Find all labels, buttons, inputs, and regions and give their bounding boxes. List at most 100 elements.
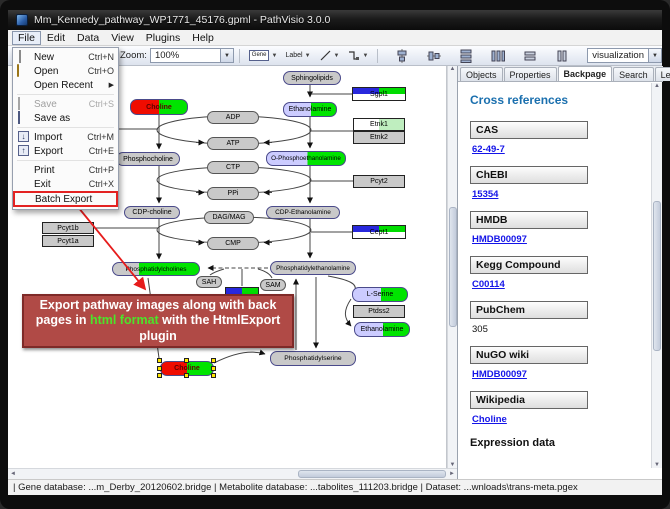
atp-node[interactable]: ATP — [207, 137, 259, 150]
etnk2-node[interactable]: Etnk2 — [353, 131, 405, 144]
scroll-down-icon[interactable]: ▼ — [652, 462, 662, 468]
chevron-down-icon[interactable]: ▼ — [362, 53, 368, 59]
canvas-vertical-scrollbar[interactable]: ▲ ▼ — [447, 66, 457, 468]
tab-backpage[interactable]: Backpage — [558, 66, 613, 81]
cdp-ethanolamine-node[interactable]: CDP-Ethanolamine — [266, 206, 340, 219]
draw-line-button[interactable]: ▼ — [315, 47, 344, 64]
add-label-button[interactable]: Label ▼ — [281, 50, 314, 61]
menu-help[interactable]: Help — [186, 31, 220, 45]
menu-file[interactable]: File — [12, 31, 41, 45]
cept1-node[interactable]: Cept1 — [352, 225, 406, 239]
file-menu-item-batch-export[interactable]: Batch Export — [13, 191, 118, 207]
ppi-node[interactable]: PPi — [207, 187, 259, 200]
gene-icon: Gene — [249, 50, 270, 61]
file-menu-item-new[interactable]: NewCtrl+N — [14, 50, 117, 64]
backpage-link[interactable]: Choline — [472, 414, 651, 425]
status-bar: | Gene database: ...m_Derby_20120602.bri… — [8, 479, 662, 495]
selection-handle[interactable] — [211, 373, 216, 378]
phosphatidylserine-node[interactable]: Phosphatidylserine — [270, 351, 356, 366]
common-width-button[interactable] — [519, 47, 541, 65]
submenu-arrow-icon: ▶ — [109, 81, 114, 89]
selection-handle[interactable] — [157, 358, 162, 363]
menu-edit[interactable]: Edit — [41, 31, 71, 45]
sgpl1-node[interactable]: Sgpl1 — [352, 87, 406, 101]
panel-vertical-scrollbar[interactable]: ▲ ▼ — [651, 83, 662, 468]
align-horizontal-center-button[interactable] — [391, 47, 413, 65]
file-menu-item-open-recent[interactable]: Open Recent▶ — [14, 78, 117, 92]
l-serine-node[interactable]: L-Serine — [352, 287, 408, 302]
selection-handle[interactable] — [157, 373, 162, 378]
distribute-vertical-button[interactable] — [455, 47, 477, 65]
phosphatidylethanolamine-node[interactable]: Phosphatidylethanolamine — [270, 261, 356, 275]
visualization-combobox[interactable]: visualization ▼ — [587, 48, 662, 63]
save-icon — [17, 98, 30, 110]
menu-item-label: Export — [30, 146, 89, 157]
tab-search[interactable]: Search — [613, 67, 654, 81]
menu-view[interactable]: View — [105, 31, 140, 45]
scroll-up-icon[interactable]: ▲ — [448, 66, 458, 72]
tab-legend[interactable]: Legend — [655, 67, 670, 81]
phosphocholine-node[interactable]: Phosphocholine — [116, 152, 180, 166]
scrollbar-thumb[interactable] — [298, 470, 446, 478]
backpage-link[interactable]: HMDB00097 — [472, 369, 651, 380]
scroll-left-icon[interactable]: ◄ — [8, 471, 18, 477]
backpage-link[interactable]: HMDB00097 — [472, 234, 651, 245]
file-menu-item-open[interactable]: OpenCtrl+O — [14, 64, 117, 78]
zoom-combobox[interactable]: 100% ▼ — [150, 48, 234, 63]
o-phosphoethanolamine-node[interactable]: O-Phosphoethanolamine — [266, 151, 346, 166]
ethanolamine-node[interactable]: Ethanolamine — [354, 322, 410, 337]
ethanolamine-node[interactable]: Ethanolamine — [283, 102, 337, 117]
backpage-link[interactable]: 62-49-7 — [472, 144, 651, 155]
ctp-node[interactable]: CTP — [207, 161, 259, 174]
pcyt1a-node[interactable]: Pcyt1a — [42, 235, 94, 247]
file-menu-item-export[interactable]: ↑ExportCtrl+E — [14, 144, 117, 158]
choline-node[interactable]: Choline — [130, 99, 188, 115]
pcyt1b-node[interactable]: Pcyt1b — [42, 222, 94, 234]
scrollbar-thumb[interactable] — [653, 201, 661, 351]
menu-plugins[interactable]: Plugins — [140, 31, 186, 45]
distribute-horizontal-button[interactable] — [487, 47, 509, 65]
selection-handle[interactable] — [184, 358, 189, 363]
add-gene-button[interactable]: Gene ▼ — [245, 48, 282, 63]
ptdss2-node[interactable]: Ptdss2 — [353, 305, 405, 318]
selection-handle[interactable] — [157, 366, 162, 371]
selection-handle[interactable] — [184, 373, 189, 378]
common-height-button[interactable] — [551, 47, 573, 65]
tab-objects[interactable]: Objects — [460, 67, 503, 81]
cmp-node[interactable]: CMP — [207, 237, 259, 250]
file-menu-item-import[interactable]: ↓ImportCtrl+M — [14, 130, 117, 144]
backpage-link[interactable]: 15354 — [472, 189, 651, 200]
cdp-choline-node[interactable]: CDP-choline — [124, 206, 180, 219]
selection-handle[interactable] — [211, 358, 216, 363]
scroll-up-icon[interactable]: ▲ — [652, 83, 662, 89]
tab-properties[interactable]: Properties — [504, 67, 557, 81]
pcyt2-node[interactable]: Pcyt2 — [353, 175, 405, 188]
file-menu-items: NewCtrl+NOpenCtrl+OOpen Recent▶ SaveCtrl+… — [14, 50, 117, 207]
scrollbar-thumb[interactable] — [449, 207, 457, 327]
visualization-dropdown-icon[interactable]: ▼ — [648, 49, 661, 62]
selection-handle[interactable] — [211, 366, 216, 371]
sam-node[interactable]: SAM — [260, 279, 286, 291]
sah-node[interactable]: SAH — [196, 276, 222, 288]
adp-node[interactable]: ADP — [207, 111, 259, 124]
chevron-down-icon[interactable]: ▼ — [271, 53, 277, 59]
chevron-down-icon[interactable]: ▼ — [334, 53, 340, 59]
menu-item-label: New — [30, 52, 88, 63]
etnk1-node[interactable]: Etnk1 — [353, 118, 405, 131]
zoom-dropdown-icon[interactable]: ▼ — [220, 49, 233, 62]
scroll-right-icon[interactable]: ► — [447, 471, 457, 477]
menu-data[interactable]: Data — [71, 31, 105, 45]
dag-mag-node[interactable]: DAG/MAG — [204, 211, 254, 224]
file-menu-item-save[interactable]: SaveCtrl+S — [14, 97, 117, 111]
backpage-link[interactable]: C00114 — [472, 279, 651, 290]
draw-elbow-button[interactable]: ▼ — [343, 47, 372, 64]
chevron-down-icon[interactable]: ▼ — [305, 53, 311, 59]
file-menu-item-print[interactable]: PrintCtrl+P — [14, 163, 117, 177]
menu-item-label: Batch Export — [31, 194, 113, 205]
file-menu-item-exit[interactable]: ExitCtrl+X — [14, 177, 117, 191]
canvas-horizontal-scrollbar[interactable]: ◄ ► — [8, 468, 457, 479]
phosphatidylcholines-node[interactable]: Phosphatidylcholines — [112, 262, 200, 276]
align-vertical-center-button[interactable] — [423, 47, 445, 65]
sphingolipids-node[interactable]: Sphingolipids — [283, 71, 341, 85]
file-menu-item-save-as[interactable]: Save as — [14, 111, 117, 125]
